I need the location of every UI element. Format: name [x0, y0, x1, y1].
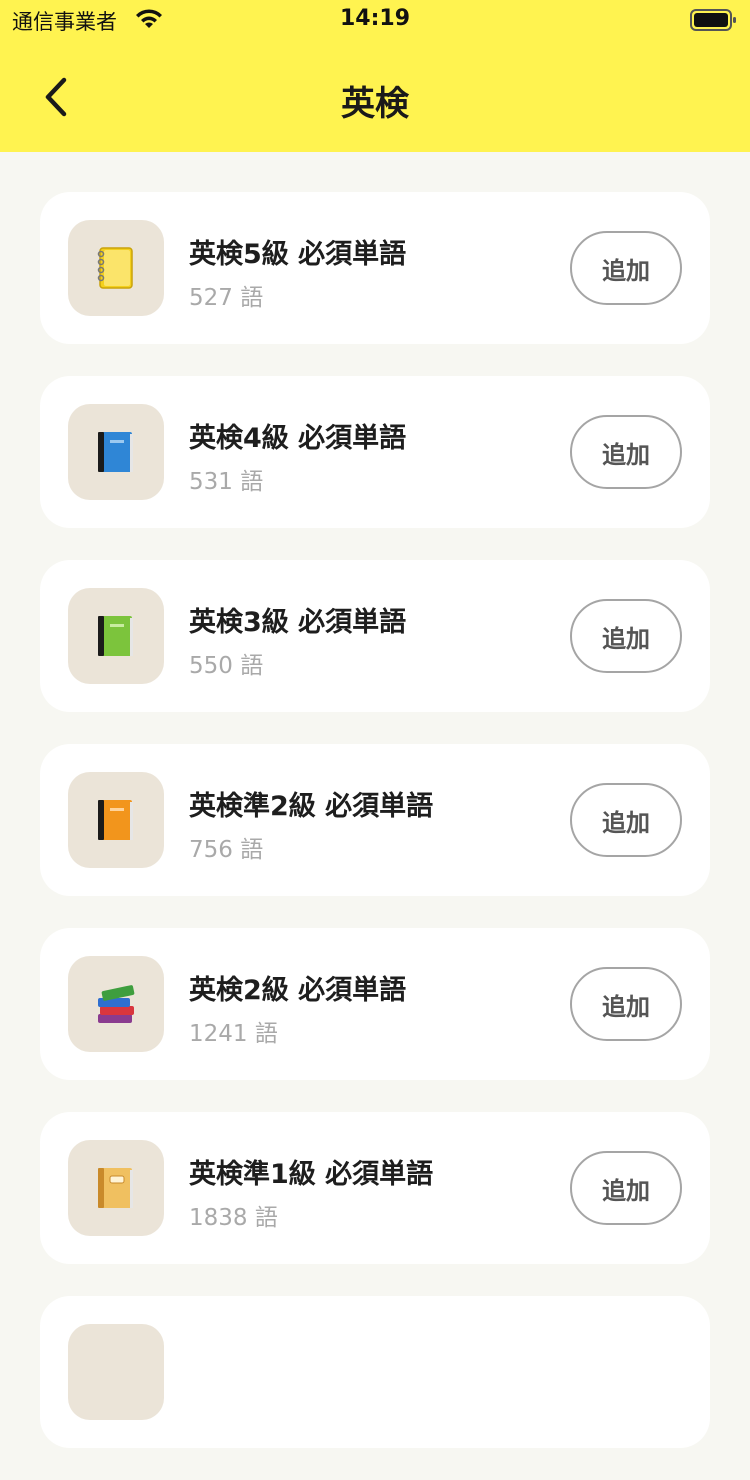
deck-word-count: 527 語	[189, 285, 264, 311]
deck-word-count: 1241 語	[189, 1021, 278, 1047]
deck-thumbnail	[68, 1140, 164, 1236]
deck-name: 英検5級 必須単語	[189, 239, 407, 270]
books-stack-icon	[98, 985, 135, 1023]
yellow-notebook-icon	[97, 247, 133, 289]
deck-name: 英検3級 必須単語	[189, 607, 407, 638]
deck-word-count: 1838 語	[189, 1205, 278, 1231]
deck-name: 英検4級 必須単語	[189, 423, 407, 454]
deck-card[interactable]: 英検4級 必須単語 531 語 追加	[40, 376, 710, 528]
deck-thumbnail	[68, 404, 164, 500]
blue-book-icon	[98, 432, 133, 472]
deck-name: 英検2級 必須単語	[189, 975, 407, 1006]
deck-card[interactable]: 英検2級 必須単語 1241 語 追加	[40, 928, 710, 1080]
deck-thumbnail	[68, 220, 164, 316]
deck-list: 英検5級 必須単語 527 語 追加 英検4級 必須単語 531 語 追加 英検…	[40, 192, 710, 1480]
deck-word-count: 531 語	[189, 469, 264, 495]
deck-thumbnail	[68, 1324, 164, 1420]
status-time: 14:19	[339, 6, 411, 31]
page-title: 英検	[341, 84, 409, 124]
deck-word-count: 550 語	[189, 653, 264, 679]
deck-card[interactable]: 英検準1級 必須単語 1838 語 追加	[40, 1112, 710, 1264]
deck-card[interactable]: 英検準2級 必須単語 756 語 追加	[40, 744, 710, 896]
deck-card[interactable]: 英検5級 必須単語 527 語 追加	[40, 192, 710, 344]
add-button[interactable]: 追加	[570, 599, 682, 673]
navigation-bar: 英検	[0, 44, 750, 152]
deck-thumbnail	[68, 588, 164, 684]
battery-icon	[690, 8, 738, 36]
ledger-icon	[98, 1168, 133, 1208]
orange-book-icon	[98, 800, 133, 840]
deck-word-count: 756 語	[189, 837, 264, 863]
deck-card[interactable]: 英検3級 必須単語 550 語 追加	[40, 560, 710, 712]
add-button[interactable]: 追加	[570, 967, 682, 1041]
deck-thumbnail	[68, 772, 164, 868]
add-button[interactable]: 追加	[570, 1151, 682, 1225]
status-bar: 通信事業者 14:19	[0, 0, 750, 44]
deck-thumbnail	[68, 956, 164, 1052]
add-button[interactable]: 追加	[570, 415, 682, 489]
add-button[interactable]: 追加	[570, 231, 682, 305]
add-button[interactable]: 追加	[570, 783, 682, 857]
green-book-icon	[98, 616, 133, 656]
deck-name: 英検準2級 必須単語	[189, 791, 434, 822]
deck-card-partial[interactable]	[40, 1296, 710, 1448]
deck-name: 英検準1級 必須単語	[189, 1159, 434, 1190]
